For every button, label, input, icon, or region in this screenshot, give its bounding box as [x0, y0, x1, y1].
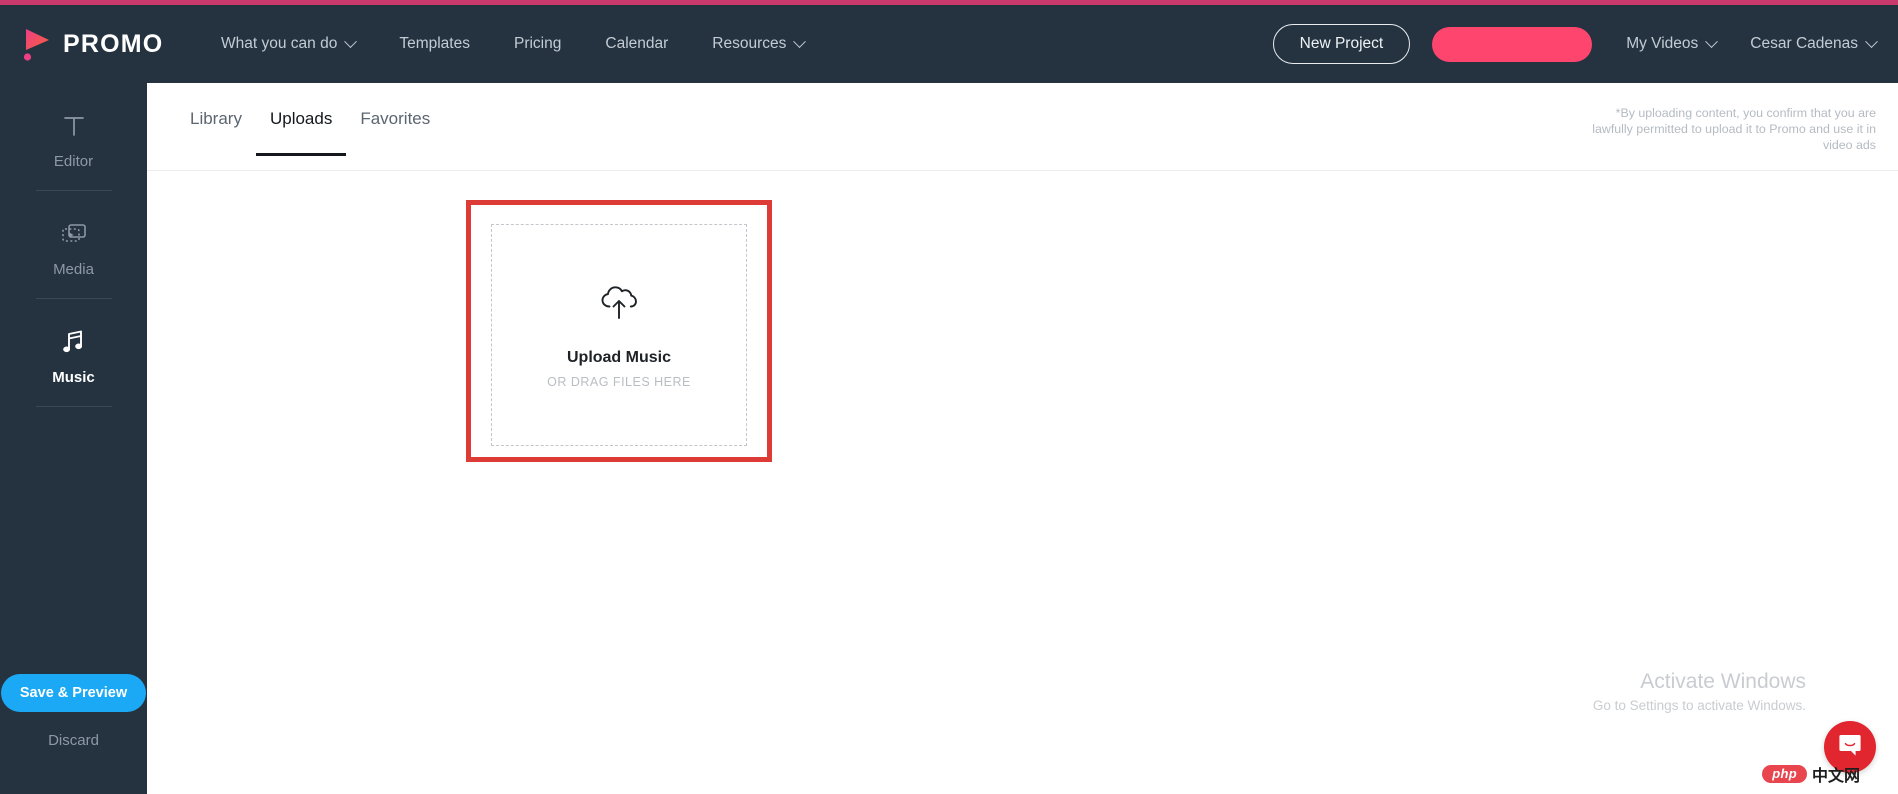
sidebar-footer-actions: Save & Preview Discard [0, 674, 147, 794]
nav-label: What you can do [221, 35, 338, 52]
nav-item-calendar[interactable]: Calendar [583, 35, 690, 53]
watermark-title: Activate Windows [1640, 670, 1806, 693]
tab-library[interactable]: Library [176, 109, 256, 155]
upload-title-text: Upload Music [566, 348, 671, 366]
chat-bubble-icon [1836, 731, 1864, 764]
cloud-upload-icon [597, 282, 641, 329]
upload-subtitle-text: OR DRAG FILES HERE [547, 374, 691, 389]
nav-item-pricing[interactable]: Pricing [492, 35, 583, 53]
sidebar-label-music: Music [52, 369, 95, 386]
promo-logo[interactable]: PROMO [22, 26, 182, 62]
primary-cta-button[interactable] [1432, 26, 1593, 62]
sidebar-label-editor: Editor [53, 153, 94, 170]
tab-favorites[interactable]: Favorites [346, 109, 444, 155]
upload-music-dropzone[interactable]: Upload Music OR DRAG FILES HERE [491, 224, 747, 446]
left-sidebar: Editor Media Music Save & Preview Discar… [0, 83, 147, 794]
promo-logo-text: PROMO [63, 29, 164, 58]
nav-label: Templates [399, 35, 470, 52]
chevron-down-icon [793, 34, 807, 48]
new-project-button[interactable]: New Project [1272, 24, 1411, 64]
header-actions: New Project My Videos Cesar Cadenas [1272, 24, 1898, 64]
save-and-preview-button[interactable]: Save & Preview [0, 674, 147, 712]
php-pill-text: php [1762, 765, 1807, 783]
tab-uploads[interactable]: Uploads [255, 109, 347, 156]
account-menu[interactable]: Cesar Cadenas [1750, 34, 1878, 53]
promo-play-mark-icon [22, 26, 54, 62]
chevron-down-icon [1705, 34, 1719, 48]
sidebar-divider [35, 406, 112, 407]
my-videos-menu[interactable]: My Videos [1626, 34, 1719, 53]
my-videos-label: My Videos [1626, 35, 1699, 52]
sidebar-label-media: Media [53, 261, 94, 278]
text-tool-icon [61, 109, 87, 143]
upload-disclaimer-text: *By uploading content, you confirm that … [1592, 106, 1876, 152]
nav-item-what-you-can-do[interactable]: What you can do [199, 34, 377, 53]
nav-label: Pricing [513, 35, 562, 52]
primary-navigation: What you can do Templates Pricing Calend… [199, 34, 826, 53]
music-note-icon [61, 325, 87, 359]
upload-area-highlight-box: Upload Music OR DRAG FILES HERE [466, 200, 772, 462]
nav-item-resources[interactable]: Resources [690, 34, 826, 53]
content-tabs-bar: Library Uploads Favorites *By uploading … [147, 83, 1898, 171]
sidebar-item-editor[interactable]: Editor [0, 83, 147, 190]
windows-activation-watermark: Activate Windows Go to Settings to activ… [1593, 668, 1806, 715]
media-library-icon [60, 217, 88, 251]
nav-item-templates[interactable]: Templates [377, 35, 492, 53]
nav-label: Calendar [605, 35, 669, 52]
chevron-down-icon [344, 34, 358, 48]
nav-label: Resources [712, 35, 787, 52]
sidebar-item-music[interactable]: Music [0, 299, 147, 406]
account-label: Cesar Cadenas [1750, 35, 1858, 52]
tab-list: Library Uploads Favorites [176, 109, 444, 156]
sidebar-item-media[interactable]: Media [0, 191, 147, 298]
chevron-down-icon [1865, 34, 1878, 48]
watermark-subtitle: Go to Settings to activate Windows. [1592, 698, 1806, 713]
top-header-bar: PROMO What you can do Templates Pricing … [0, 5, 1898, 83]
discard-button[interactable]: Discard [48, 732, 99, 749]
main-content-panel: Library Uploads Favorites *By uploading … [147, 83, 1898, 794]
chat-launcher-button[interactable] [1824, 721, 1876, 773]
